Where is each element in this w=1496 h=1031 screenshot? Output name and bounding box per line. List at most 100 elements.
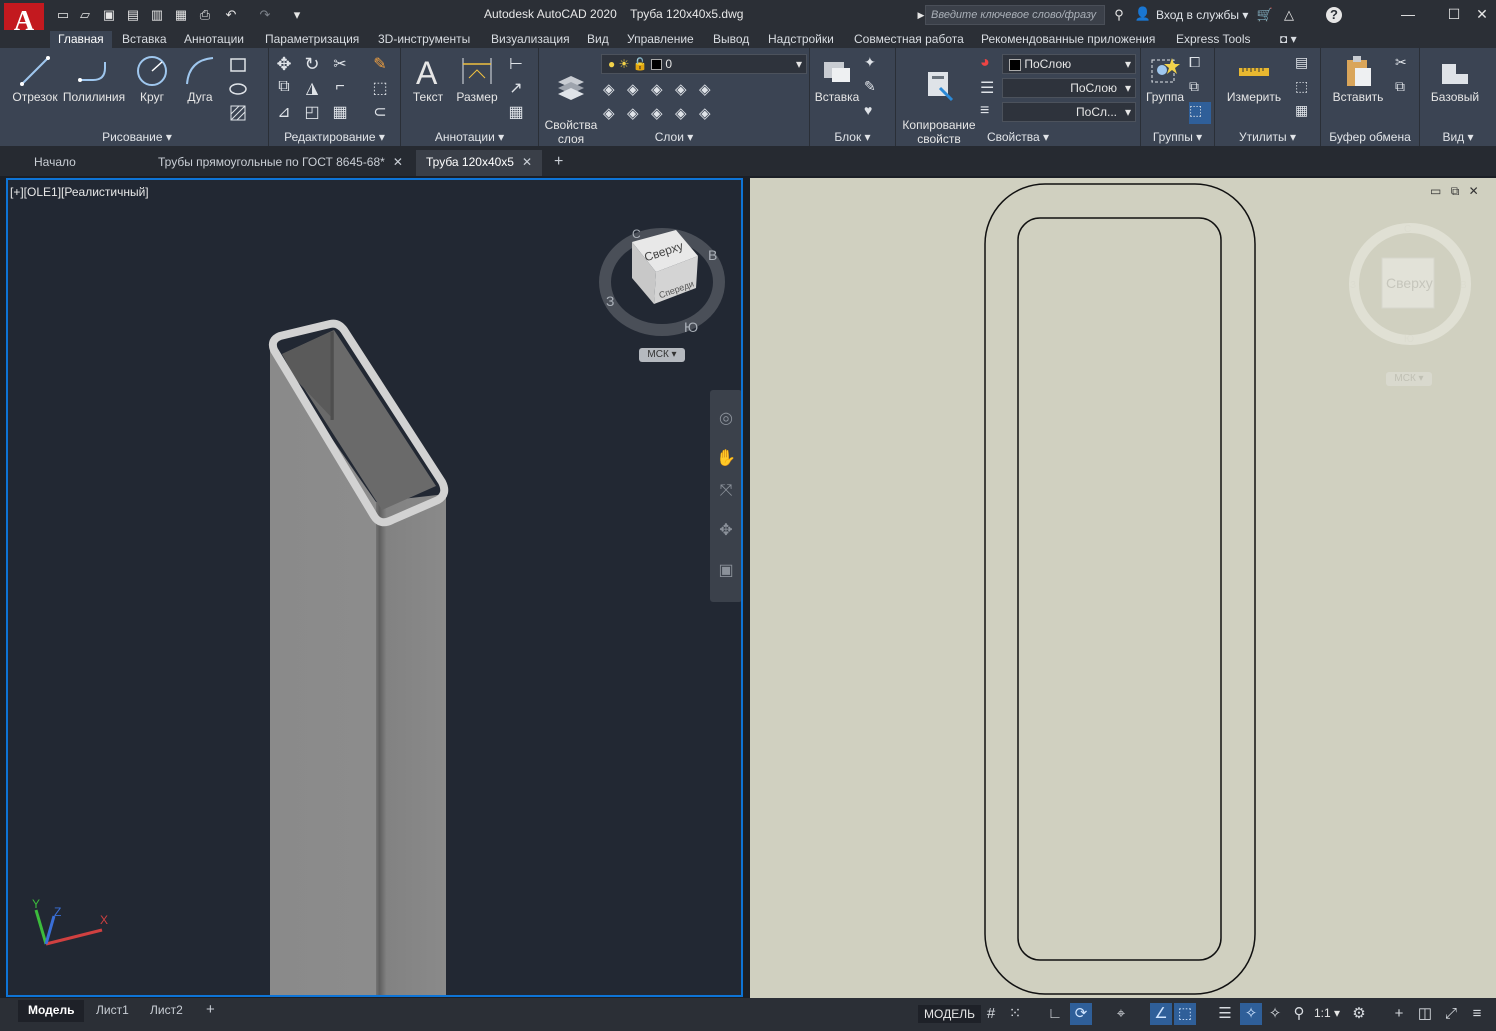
color-dropdown[interactable]: ПоСлою ▾ (1002, 54, 1136, 74)
ortho-icon[interactable]: ∟ (1044, 1003, 1066, 1025)
copy-icon[interactable]: ⧉ (273, 78, 295, 100)
layer-tool-1-icon[interactable]: ◈ (603, 80, 625, 102)
close-icon[interactable]: ✕ (1470, 4, 1494, 24)
hatch-icon[interactable] (228, 102, 250, 124)
lineweight-dropdown[interactable]: ПоСл... ▾ (1002, 102, 1136, 122)
annotation-monitor-icon[interactable]: + (1388, 1003, 1410, 1025)
doc-tab-pipes-gost[interactable]: Трубы прямоугольные по ГОСТ 8645-68* ✕ (148, 150, 413, 176)
minimize-icon[interactable]: ▭ (1430, 184, 1441, 198)
measure-button[interactable]: Измерить (1221, 54, 1287, 104)
signin-button[interactable]: Вход в службы ▾ (1156, 8, 1248, 22)
layer-tool-3-icon[interactable]: ◈ (651, 80, 673, 102)
tab-view[interactable]: Вид (579, 31, 617, 48)
rectangle-icon[interactable] (228, 54, 250, 76)
base-view-button[interactable]: Базовый (1426, 54, 1484, 104)
maximize-icon[interactable]: ☐ (1442, 4, 1466, 24)
polar-tracking-icon[interactable]: ⟳ (1070, 1003, 1092, 1025)
search-input[interactable]: Введите ключевое слово/фразу (925, 5, 1105, 25)
object-snap-tracking-icon[interactable]: ∠ (1150, 1003, 1172, 1025)
a360-icon[interactable]: △ (1280, 6, 1298, 24)
cart-icon[interactable]: 🛒 (1256, 6, 1274, 24)
tab-featured-apps[interactable]: Рекомендованные приложения (973, 31, 1163, 48)
save-icon[interactable]: ▣ (100, 6, 118, 24)
scale-dropdown[interactable]: 1:1 ▾ (1314, 1006, 1340, 1020)
ucs-menu-button[interactable]: МСК ▾ (1386, 372, 1432, 386)
lineweight-toggle-icon[interactable]: ☰ (1214, 1003, 1236, 1025)
viewport-2d[interactable]: ▭ ⧉ ✕ Сверху С В Ю З МСК ▾ (750, 178, 1496, 998)
object-snap-icon[interactable]: ⬚ (1174, 1003, 1196, 1025)
layout-tab-sheet2[interactable]: Лист2 (140, 1000, 193, 1022)
block-attribute-icon[interactable]: ♥ (864, 102, 886, 124)
orbit-icon[interactable]: ✥ (715, 520, 737, 542)
add-layout-icon[interactable]: + (196, 1000, 225, 1022)
circle-button[interactable]: Круг (130, 54, 174, 104)
close-icon[interactable]: ✕ (393, 155, 403, 169)
polyline-button[interactable]: Полилиния (62, 54, 126, 104)
tab-annotate[interactable]: Аннотации (176, 31, 252, 48)
workspace-gear-icon[interactable]: ⚙ (1348, 1003, 1370, 1025)
ungroup-icon[interactable]: ⧠ (1189, 54, 1211, 76)
cut-icon[interactable]: ✂ (1395, 54, 1417, 76)
binoculars-icon[interactable]: ⚲ (1110, 6, 1128, 24)
viewcube[interactable]: Сверху Спереди С В Ю З (596, 216, 736, 366)
layout-tab-sheet1[interactable]: Лист1 (86, 1000, 139, 1022)
erase-icon[interactable]: ✎ (369, 54, 391, 76)
tab-3d-tools[interactable]: 3D-инструменты (370, 31, 478, 48)
fullscreen-icon[interactable]: ⤢ (1440, 1003, 1462, 1025)
layer-tool-2-icon[interactable]: ◈ (627, 80, 649, 102)
clipboard-panel-title[interactable]: Буфер обмена (1321, 130, 1419, 144)
restore-icon[interactable]: ⧉ (1451, 184, 1460, 198)
open-web-icon[interactable]: ▥ (148, 6, 166, 24)
layer-tool-10-icon[interactable]: ◈ (699, 104, 721, 126)
properties-panel-title[interactable]: Свойства ▾ (896, 130, 1140, 144)
close-icon[interactable]: ✕ (1469, 184, 1479, 198)
modify-panel-title[interactable]: Редактирование ▾ (269, 130, 400, 144)
close-icon[interactable]: ✕ (522, 155, 532, 169)
viewcube-2d[interactable]: Сверху С В Ю З (1346, 220, 1476, 350)
viewport-3d[interactable]: [+][OLE1][Реалистичный] Сверху Спереди С… (6, 178, 743, 997)
draw-panel-title[interactable]: Рисование ▾ (6, 130, 268, 144)
annotation-visibility-icon[interactable]: ✧ (1240, 1003, 1262, 1025)
undo-icon[interactable]: ↶ (222, 6, 240, 24)
rotate-icon[interactable]: ↻ (301, 54, 323, 76)
tab-home[interactable]: Главная (50, 31, 112, 48)
layer-tool-7-icon[interactable]: ◈ (627, 104, 649, 126)
layer-tool-8-icon[interactable]: ◈ (651, 104, 673, 126)
line-button[interactable]: Отрезок (10, 54, 60, 104)
paste-button[interactable]: Вставить (1325, 54, 1391, 104)
select-all-icon[interactable]: ⬚ (1295, 78, 1317, 100)
trim-icon[interactable]: ✂ (329, 54, 351, 76)
doc-tab-pipe-120x40x5[interactable]: Труба 120x40x5 ✕ (416, 150, 543, 176)
customize-menu-icon[interactable]: ≡ (1466, 1003, 1488, 1025)
layout-tab-model[interactable]: Модель (18, 1000, 85, 1022)
tab-addins[interactable]: Надстройки (760, 31, 842, 48)
new-file-icon[interactable]: ▭ (54, 6, 72, 24)
stretch-icon[interactable]: ⊿ (273, 102, 295, 124)
mirror-icon[interactable]: ◮ (301, 78, 323, 100)
arc-button[interactable]: Дуга (178, 54, 222, 104)
text-button[interactable]: A Текст (407, 54, 449, 104)
user-icon[interactable]: 👤 (1134, 5, 1152, 23)
ellipse-icon[interactable] (228, 78, 250, 100)
help-icon[interactable]: ? (1326, 7, 1342, 23)
tab-output[interactable]: Вывод (705, 31, 757, 48)
utilities-panel-title[interactable]: Утилиты ▾ (1215, 130, 1320, 144)
copy-clip-icon[interactable]: ⧉ (1395, 78, 1417, 100)
tab-insert[interactable]: Вставка (114, 31, 175, 48)
calculator-icon[interactable]: ▦ (1295, 102, 1317, 124)
pan-hand-icon[interactable]: ✋ (715, 448, 737, 470)
save-web-icon[interactable]: ▦ (172, 6, 190, 24)
offset-icon[interactable]: ⊂ (369, 102, 391, 124)
linear-dim-icon[interactable]: ⊢ (505, 54, 527, 76)
tab-collaborate[interactable]: Совместная работа (846, 31, 972, 48)
steering-wheel-icon[interactable]: ◎ (715, 408, 737, 430)
table-icon[interactable]: ▦ (505, 102, 527, 124)
view-panel-title[interactable]: Вид ▾ (1420, 130, 1496, 144)
scale-icon[interactable]: ◰ (301, 102, 323, 124)
open-file-icon[interactable]: ▱ (76, 6, 94, 24)
array-icon[interactable]: ▦ (329, 102, 351, 124)
group-button[interactable]: Группа (1143, 54, 1187, 104)
leader-icon[interactable]: ↗ (505, 78, 527, 100)
isodraft-icon[interactable]: ⌖ (1110, 1003, 1132, 1025)
layer-tool-9-icon[interactable]: ◈ (675, 104, 697, 126)
